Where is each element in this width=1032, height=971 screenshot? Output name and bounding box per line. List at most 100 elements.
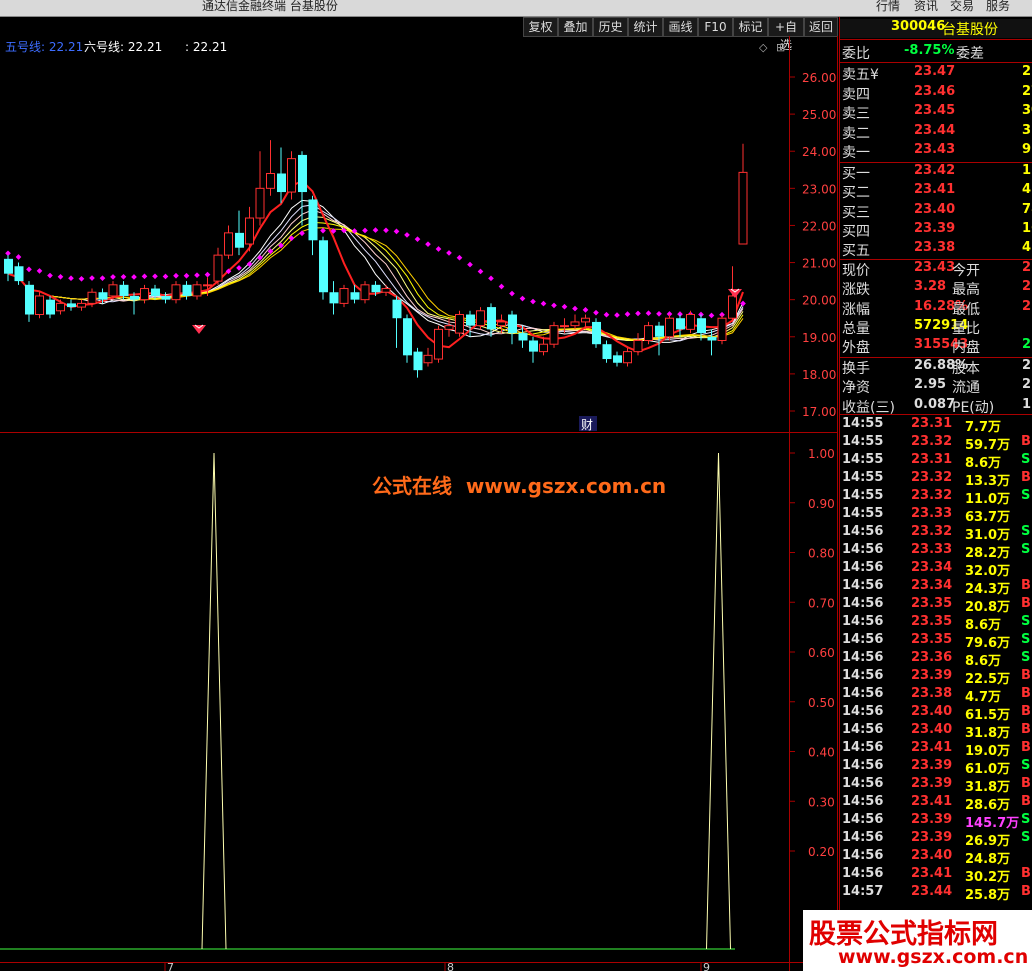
stat-row: 涨跌 3.28 最高 2 (842, 279, 1032, 299)
candle-body-up (255, 187, 265, 219)
price-tick-label: 18.00 (802, 368, 836, 382)
candle-body-up (633, 339, 643, 353)
magenta-dot (257, 254, 263, 261)
candle-body-up (497, 321, 506, 327)
toolbar-f10-button[interactable]: F10 (698, 17, 733, 37)
candle-body-down (319, 240, 328, 293)
candle-body-down (151, 288, 160, 296)
magenta-dot (173, 272, 179, 279)
sub-tick-label: 0.80 (808, 547, 835, 561)
candle-body-down (413, 351, 423, 371)
diamond-outline-icon: ◇ (759, 41, 768, 54)
menu-hangqing[interactable]: 行情 (876, 0, 900, 14)
magenta-dot (152, 273, 158, 280)
bid-row: 买一23.4212 (842, 163, 1032, 182)
tick-row: 14:55 23.32 59.7万 B (842, 434, 1031, 453)
sub-tick-label: 0.50 (808, 696, 835, 710)
toolbar-biaoji-button[interactable]: 标记 (733, 17, 768, 37)
ma-ribbon-line (7, 204, 744, 342)
candle-body-up (665, 317, 674, 338)
toolbar-lishi-button[interactable]: 历史 (593, 17, 628, 37)
candle-body-up (77, 302, 86, 308)
stat-row: 现价 23.43 今开 2 (842, 260, 1032, 279)
sub-tick-label: 1.00 (808, 447, 835, 461)
candle-body-down (182, 284, 192, 296)
sub-tick-label: 0.20 (808, 845, 835, 859)
candle-body-up (444, 325, 454, 330)
toolbar-diejia-button[interactable]: 叠加 (558, 17, 593, 37)
toolbar-tongji-button[interactable]: 统计 (628, 17, 663, 37)
toolbar-fanhui-button[interactable]: 返回 (804, 17, 838, 37)
magenta-dot (383, 227, 389, 234)
signal-lines (0, 452, 735, 950)
stock-header[interactable]: 300046 台基股份 (840, 19, 1032, 38)
tick-row: 14:56 23.39 145.7万 S (842, 812, 1031, 831)
candle-body-down (329, 292, 339, 304)
candle-body-up (35, 295, 44, 316)
window-title: 通达信金融终端 台基股份 (202, 0, 338, 13)
tick-row: 14:55 23.32 13.3万 B (842, 470, 1031, 489)
sub-tick-label: 0.40 (808, 746, 835, 760)
magenta-dot (36, 268, 43, 274)
ask-row: 卖一23.4391 (842, 142, 1032, 161)
candle-body-up (140, 288, 149, 301)
magenta-dot (320, 227, 326, 234)
candle-body-up (644, 325, 653, 341)
candle-body-down (25, 284, 34, 315)
magenta-dot (519, 295, 526, 302)
sub-tick-label: 0.30 (808, 795, 835, 809)
magenta-dot (614, 312, 620, 318)
site-watermark-logo: 股票公式指标网 www.gszx.com.cn (803, 910, 1032, 971)
tick-row: 14:57 23.44 25.8万 B (842, 884, 1031, 903)
tick-row: 14:56 23.35 79.6万 S (842, 632, 1031, 651)
promo-text: 公式在线 www.gszx.com.cn (372, 474, 666, 498)
candle-body-down (67, 303, 76, 308)
magenta-dot (68, 275, 74, 282)
candle-body-up (423, 354, 433, 364)
candle-body-down (46, 299, 55, 315)
menu-fuwu[interactable]: 服务 (986, 0, 1010, 14)
stat-row: 外盘315543内盘257 (842, 337, 1032, 357)
candle-body-down (487, 307, 496, 330)
magenta-dot (435, 246, 442, 252)
toolbar-zixuan-button[interactable]: +自选 (768, 17, 804, 52)
toolbar-huaxian-button[interactable]: 画线 (663, 17, 698, 37)
magenta-dot (561, 303, 568, 310)
tick-row: 14:56 23.40 61.5万 B (842, 704, 1031, 723)
candle-body-down (592, 321, 601, 345)
candle-body-up (171, 284, 181, 301)
magenta-dot (89, 275, 95, 281)
candle-body-up (728, 295, 737, 319)
price-tick-label: 23.00 (802, 182, 836, 196)
tick-row: 14:56 23.34 32.0万 (842, 560, 1011, 579)
candle-body-up (476, 310, 485, 327)
magenta-dot (446, 250, 452, 256)
candle-body-up (539, 343, 548, 353)
menu-jiaoyi[interactable]: 交易 (950, 0, 974, 14)
candle-body-up (56, 302, 65, 312)
menu-zixun[interactable]: 资讯 (914, 0, 938, 14)
candle-body-down (308, 199, 318, 241)
candle-body-down (697, 318, 706, 334)
candle-body-up (623, 351, 632, 364)
candle-body-up (108, 284, 118, 297)
candle-body-up (686, 314, 695, 330)
candle-body-up (203, 284, 212, 287)
kline-chart[interactable]: 26.00 25.00 24.00 23.00 22.00 21.00 20.00 19.00… (0, 36, 838, 971)
grid-icon: ⊞ (776, 41, 785, 54)
candle-body-up (287, 158, 296, 193)
magenta-dot (467, 261, 473, 268)
candle-body-down (403, 318, 412, 356)
toolbar-fuquan-button[interactable]: 复权 (523, 17, 558, 37)
candle-body-up (224, 232, 233, 256)
candle-body-up (266, 172, 275, 189)
sub-tick-label: 0.70 (808, 596, 835, 610)
tick-row: 14:55 23.33 63.7万 (842, 506, 1011, 525)
tick-row: 14:56 23.39 26.9万 S (842, 830, 1031, 849)
magenta-dot (26, 266, 32, 273)
magenta-dot (15, 254, 22, 260)
magenta-dot (582, 307, 589, 313)
candle-body-down (529, 340, 538, 352)
candle-body-down (235, 232, 244, 248)
candle-body-down (707, 336, 717, 341)
